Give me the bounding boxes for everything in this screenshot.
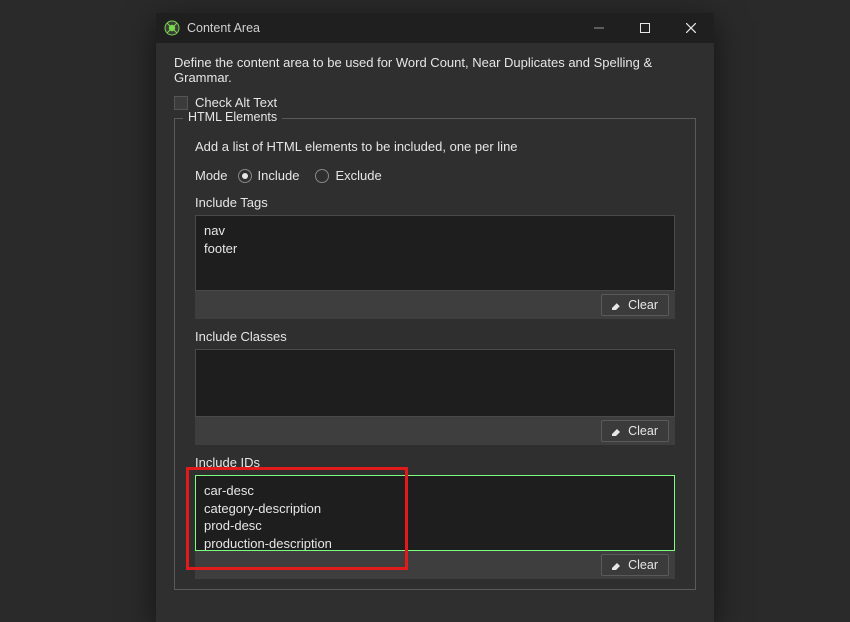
close-button[interactable]: [668, 13, 714, 43]
include-tags-button-row: Clear: [195, 291, 675, 319]
mode-label: Mode: [195, 168, 228, 183]
include-classes-label: Include Classes: [195, 329, 675, 344]
html-elements-fieldset: HTML Elements Add a list of HTML element…: [174, 118, 696, 590]
check-alt-text-checkbox[interactable]: [174, 96, 188, 110]
mode-exclude-label: Exclude: [335, 168, 381, 183]
include-tags-section: Include Tags nav footer Clear: [195, 195, 675, 319]
mode-exclude-option[interactable]: Exclude: [315, 168, 381, 183]
include-tags-clear-button[interactable]: Clear: [601, 294, 669, 316]
clear-label: Clear: [628, 298, 658, 312]
fieldset-instruction: Add a list of HTML elements to be includ…: [195, 139, 675, 154]
eraser-icon: [610, 426, 622, 436]
fieldset-legend: HTML Elements: [183, 110, 282, 124]
content-area-dialog: Content Area Define the content area to …: [156, 13, 714, 622]
clear-label: Clear: [628, 558, 658, 572]
window-title: Content Area: [187, 21, 260, 35]
eraser-icon: [610, 560, 622, 570]
maximize-button[interactable]: [622, 13, 668, 43]
clear-label: Clear: [628, 424, 658, 438]
include-classes-textarea[interactable]: [195, 349, 675, 417]
eraser-icon: [610, 300, 622, 310]
dialog-body: Define the content area to be used for W…: [156, 43, 714, 622]
include-tags-textarea[interactable]: nav footer: [195, 215, 675, 291]
include-classes-button-row: Clear: [195, 417, 675, 445]
include-ids-textarea[interactable]: car-desc category-description prod-desc …: [195, 475, 675, 551]
mode-include-option[interactable]: Include: [238, 168, 300, 183]
app-icon: [164, 20, 180, 36]
include-ids-section: Include IDs car-desc category-descriptio…: [195, 455, 675, 579]
check-alt-text-row[interactable]: Check Alt Text: [174, 95, 696, 110]
mode-include-label: Include: [258, 168, 300, 183]
radio-exclude[interactable]: [315, 169, 329, 183]
include-ids-clear-button[interactable]: Clear: [601, 554, 669, 576]
include-ids-label: Include IDs: [195, 455, 675, 470]
titlebar: Content Area: [156, 13, 714, 43]
check-alt-text-label: Check Alt Text: [195, 95, 277, 110]
include-classes-section: Include Classes Clear: [195, 329, 675, 445]
include-classes-clear-button[interactable]: Clear: [601, 420, 669, 442]
include-tags-label: Include Tags: [195, 195, 675, 210]
include-ids-button-row: Clear: [195, 551, 675, 579]
minimize-button[interactable]: [576, 13, 622, 43]
mode-row: Mode Include Exclude: [195, 168, 675, 183]
dialog-description: Define the content area to be used for W…: [174, 55, 696, 85]
radio-include[interactable]: [238, 169, 252, 183]
